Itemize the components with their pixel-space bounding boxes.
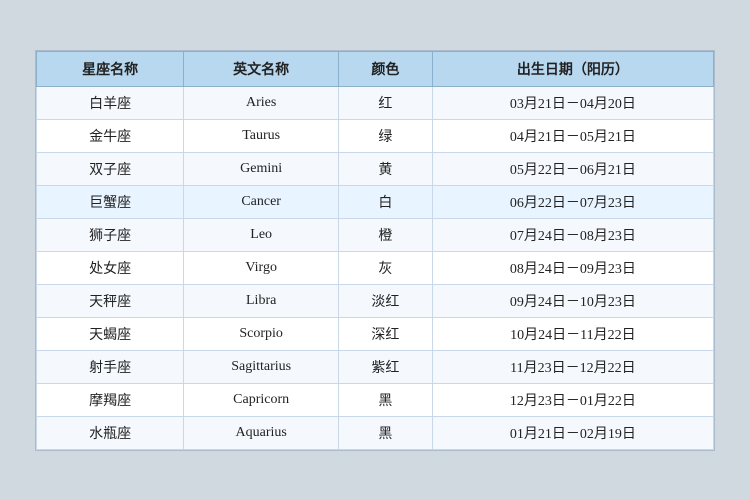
color-cell: 红 bbox=[339, 86, 433, 119]
zh-name-cell: 狮子座 bbox=[37, 218, 184, 251]
color-cell: 紫红 bbox=[339, 350, 433, 383]
en-name-cell: Scorpio bbox=[184, 317, 339, 350]
color-cell: 绿 bbox=[339, 119, 433, 152]
table-row: 处女座Virgo灰08月24日－09月23日 bbox=[37, 251, 714, 284]
zh-name-cell: 天蝎座 bbox=[37, 317, 184, 350]
date-cell: 04月21日－05月21日 bbox=[432, 119, 713, 152]
zh-name-cell: 水瓶座 bbox=[37, 416, 184, 449]
en-name-cell: Taurus bbox=[184, 119, 339, 152]
color-cell: 白 bbox=[339, 185, 433, 218]
table-row: 天秤座Libra淡红09月24日－10月23日 bbox=[37, 284, 714, 317]
zh-name-cell: 双子座 bbox=[37, 152, 184, 185]
zh-name-cell: 金牛座 bbox=[37, 119, 184, 152]
en-name-cell: Aries bbox=[184, 86, 339, 119]
zodiac-table-wrapper: 星座名称英文名称颜色出生日期（阳历） 白羊座Aries红03月21日－04月20… bbox=[35, 50, 715, 451]
date-cell: 03月21日－04月20日 bbox=[432, 86, 713, 119]
column-header: 星座名称 bbox=[37, 51, 184, 86]
en-name-cell: Leo bbox=[184, 218, 339, 251]
table-header-row: 星座名称英文名称颜色出生日期（阳历） bbox=[37, 51, 714, 86]
table-row: 狮子座Leo橙07月24日－08月23日 bbox=[37, 218, 714, 251]
date-cell: 08月24日－09月23日 bbox=[432, 251, 713, 284]
table-row: 天蝎座Scorpio深红10月24日－11月22日 bbox=[37, 317, 714, 350]
en-name-cell: Capricorn bbox=[184, 383, 339, 416]
color-cell: 橙 bbox=[339, 218, 433, 251]
date-cell: 09月24日－10月23日 bbox=[432, 284, 713, 317]
color-cell: 淡红 bbox=[339, 284, 433, 317]
date-cell: 11月23日－12月22日 bbox=[432, 350, 713, 383]
table-row: 摩羯座Capricorn黑12月23日－01月22日 bbox=[37, 383, 714, 416]
color-cell: 黑 bbox=[339, 383, 433, 416]
date-cell: 06月22日－07月23日 bbox=[432, 185, 713, 218]
table-body: 白羊座Aries红03月21日－04月20日金牛座Taurus绿04月21日－0… bbox=[37, 86, 714, 449]
en-name-cell: Cancer bbox=[184, 185, 339, 218]
en-name-cell: Libra bbox=[184, 284, 339, 317]
zh-name-cell: 巨蟹座 bbox=[37, 185, 184, 218]
date-cell: 05月22日－06月21日 bbox=[432, 152, 713, 185]
table-row: 金牛座Taurus绿04月21日－05月21日 bbox=[37, 119, 714, 152]
date-cell: 07月24日－08月23日 bbox=[432, 218, 713, 251]
column-header: 颜色 bbox=[339, 51, 433, 86]
zh-name-cell: 白羊座 bbox=[37, 86, 184, 119]
zh-name-cell: 摩羯座 bbox=[37, 383, 184, 416]
zh-name-cell: 天秤座 bbox=[37, 284, 184, 317]
date-cell: 10月24日－11月22日 bbox=[432, 317, 713, 350]
table-row: 射手座Sagittarius紫红11月23日－12月22日 bbox=[37, 350, 714, 383]
date-cell: 12月23日－01月22日 bbox=[432, 383, 713, 416]
table-row: 双子座Gemini黄05月22日－06月21日 bbox=[37, 152, 714, 185]
color-cell: 黄 bbox=[339, 152, 433, 185]
color-cell: 黑 bbox=[339, 416, 433, 449]
table-row: 巨蟹座Cancer白06月22日－07月23日 bbox=[37, 185, 714, 218]
en-name-cell: Virgo bbox=[184, 251, 339, 284]
en-name-cell: Gemini bbox=[184, 152, 339, 185]
color-cell: 深红 bbox=[339, 317, 433, 350]
zh-name-cell: 射手座 bbox=[37, 350, 184, 383]
table-row: 白羊座Aries红03月21日－04月20日 bbox=[37, 86, 714, 119]
column-header: 出生日期（阳历） bbox=[432, 51, 713, 86]
zh-name-cell: 处女座 bbox=[37, 251, 184, 284]
en-name-cell: Aquarius bbox=[184, 416, 339, 449]
column-header: 英文名称 bbox=[184, 51, 339, 86]
color-cell: 灰 bbox=[339, 251, 433, 284]
date-cell: 01月21日－02月19日 bbox=[432, 416, 713, 449]
table-row: 水瓶座Aquarius黑01月21日－02月19日 bbox=[37, 416, 714, 449]
zodiac-table: 星座名称英文名称颜色出生日期（阳历） 白羊座Aries红03月21日－04月20… bbox=[36, 51, 714, 450]
en-name-cell: Sagittarius bbox=[184, 350, 339, 383]
